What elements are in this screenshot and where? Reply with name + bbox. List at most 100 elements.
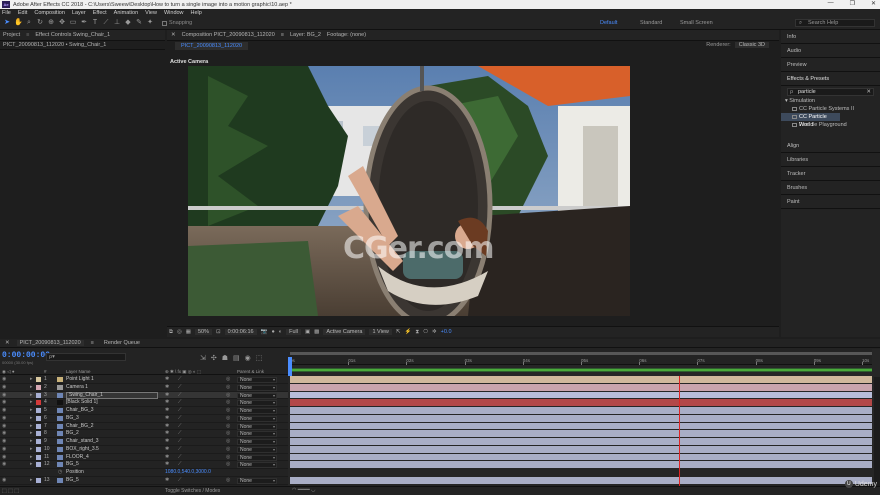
grid-icon[interactable]: ▦	[186, 329, 191, 335]
clear-search-icon[interactable]: ✕	[866, 89, 871, 95]
label-color-swatch[interactable]	[36, 423, 41, 429]
selection-tool-icon[interactable]: ➤	[3, 19, 11, 27]
quality-switch-icon[interactable]: ⟋	[178, 477, 182, 483]
pickwhip-icon[interactable]: ◎	[226, 477, 230, 483]
label-color-swatch[interactable]	[36, 415, 41, 421]
pickwhip-icon[interactable]: ◎	[226, 399, 230, 405]
snapping-checkbox[interactable]	[162, 20, 167, 26]
effect-item[interactable]: CC Particle Systems II	[781, 105, 880, 113]
layer-name[interactable]: BG_5	[66, 477, 79, 483]
shy-switch-icon[interactable]: ✱	[165, 477, 169, 483]
zoom-slider[interactable]: ◠ ━━━━ ◡	[292, 487, 316, 493]
panel-menu-icon[interactable]: ≡	[88, 340, 97, 346]
workspace-standard[interactable]: Standard	[640, 20, 680, 26]
timeline-search-input[interactable]: ρ▾	[46, 353, 126, 361]
panel-menu-icon[interactable]: ≡	[26, 32, 29, 38]
menu-layer[interactable]: Layer	[72, 10, 86, 16]
label-color-swatch[interactable]	[36, 439, 41, 444]
composition-viewer[interactable]: CGer.com	[188, 66, 630, 316]
pickwhip-icon[interactable]: ◎	[226, 407, 230, 413]
layer-name[interactable]: FLOOR_4	[66, 454, 89, 460]
menu-view[interactable]: View	[145, 10, 157, 16]
shy-switch-icon[interactable]: ✱	[165, 376, 169, 382]
close-icon[interactable]: ✕	[871, 0, 876, 7]
quality-switch-icon[interactable]: ⟋	[178, 438, 182, 444]
layer-name[interactable]: Chair_BG_3	[66, 407, 94, 413]
tab-effect-controls[interactable]: Effect Controls Swing_Chair_1	[35, 32, 110, 38]
effect-item[interactable]: Particle Playground	[781, 121, 880, 129]
work-area-bar[interactable]	[290, 352, 872, 355]
expand-arrow-icon[interactable]: ▸	[30, 461, 33, 467]
eye-icon[interactable]: ◉	[2, 408, 7, 413]
expand-collapse-icons[interactable]: ⬚ ⬚ ⬚	[2, 488, 19, 494]
pen-tool-icon[interactable]: ✒	[80, 19, 88, 27]
menu-animation[interactable]: Animation	[114, 10, 138, 16]
layer-row[interactable]: ◉ ▸ 10 BOX_right_3.5 ✱ ⟋ ◎ None	[0, 445, 288, 454]
layer-name[interactable]: BOX_right_3.5	[66, 446, 99, 452]
show-channel-icon[interactable]: ●	[271, 329, 274, 335]
label-color-swatch[interactable]	[36, 431, 41, 437]
layer-row[interactable]: ◉ ▸ 6 BG_3 ✱ ⟋ ◎ None	[0, 414, 288, 423]
layer-duration-bar[interactable]	[290, 383, 872, 392]
tab-project[interactable]: Project	[3, 32, 20, 38]
stopwatch-icon[interactable]: ◷	[58, 470, 63, 475]
layer-row[interactable]: ◉ ▸ 7 Chair_BG_2 ✱ ⟋ ◎ None	[0, 422, 288, 431]
property-keyframe-track[interactable]	[290, 469, 872, 477]
label-color-swatch[interactable]	[36, 408, 41, 413]
menu-composition[interactable]: Composition	[34, 10, 65, 16]
shy-switch-icon[interactable]: ✱	[165, 461, 169, 467]
expand-arrow-icon[interactable]: ▸	[30, 438, 33, 444]
quality-switch-icon[interactable]: ⟋	[178, 384, 182, 390]
close-tab-icon[interactable]: ✕	[2, 340, 13, 346]
current-time-display[interactable]: 0:00:06:16	[224, 329, 257, 335]
property-value[interactable]: 1080.0,540.0,3000.0	[165, 469, 211, 475]
parent-dropdown[interactable]: None	[237, 477, 277, 484]
panel-align[interactable]: Align	[781, 139, 880, 153]
eye-icon[interactable]: ◉	[2, 377, 7, 382]
expand-arrow-icon[interactable]: ▸	[30, 415, 33, 421]
shy-switch-icon[interactable]: ✱	[165, 407, 169, 413]
parent-dropdown[interactable]: None	[237, 454, 277, 461]
draft-3d-icon[interactable]: ✣	[211, 354, 217, 362]
layer-duration-bar[interactable]	[290, 438, 872, 446]
transparency-grid-icon[interactable]: ▩	[314, 329, 319, 335]
eye-icon[interactable]: ◉	[2, 477, 7, 482]
view-layout-dropdown[interactable]: 1 View	[369, 329, 392, 335]
parent-dropdown[interactable]: None	[237, 384, 277, 391]
layer-duration-bar[interactable]	[290, 399, 872, 407]
close-tab-icon[interactable]: ✕	[171, 32, 176, 38]
layer-duration-bar[interactable]	[290, 461, 872, 469]
layer-name[interactable]: Camera 1	[66, 384, 88, 390]
pickwhip-icon[interactable]: ◎	[226, 446, 230, 452]
tab-timeline-comp[interactable]: PICT_20090813_112020	[16, 340, 84, 346]
expand-arrow-icon[interactable]: ▸	[30, 446, 33, 452]
resolution-dropdown[interactable]: Full	[286, 329, 301, 335]
quality-switch-icon[interactable]: ⟋	[178, 454, 182, 460]
layer-name[interactable]: [Black Solid 1]	[66, 399, 98, 405]
mask-visibility-icon[interactable]: ◎	[177, 329, 182, 335]
current-time-indicator[interactable]	[288, 357, 292, 376]
panel-audio[interactable]: Audio	[781, 44, 880, 58]
rectangle-tool-icon[interactable]: ▭	[69, 19, 77, 27]
zoom-dropdown[interactable]: 50%	[194, 329, 212, 335]
flowchart-icon[interactable]: ⎔	[423, 329, 428, 335]
layer-row[interactable]: ◉ ▸ 2 Camera 1 ✱ ⟋ ◎ None	[0, 383, 288, 392]
quality-switch-icon[interactable]: ⟋	[178, 399, 182, 405]
shy-switch-icon[interactable]: ✱	[165, 446, 169, 452]
expand-arrow-icon[interactable]: ▸	[30, 477, 33, 483]
eye-icon[interactable]: ◉	[2, 392, 7, 397]
timeline-vertical-scrollbar[interactable]	[874, 377, 880, 487]
shy-switch-icon[interactable]: ✱	[165, 438, 169, 444]
label-color-swatch[interactable]	[36, 477, 41, 483]
eye-icon[interactable]: ◉	[2, 439, 7, 444]
layer-duration-bar[interactable]	[290, 407, 872, 415]
menu-window[interactable]: Window	[164, 10, 184, 16]
layer-row[interactable]: ◉ ▸ 11 FLOOR_4 ✱ ⟋ ◎ None	[0, 453, 288, 462]
pickwhip-icon[interactable]: ◎	[226, 392, 230, 398]
workspace-default[interactable]: Default	[600, 20, 640, 26]
tab-composition[interactable]: Composition PICT_20090813_112020	[182, 32, 275, 38]
shy-switch-icon[interactable]: ✱	[165, 423, 169, 429]
layer-duration-bar[interactable]	[290, 391, 872, 400]
maximize-icon[interactable]: ❐	[850, 0, 855, 7]
pickwhip-icon[interactable]: ◎	[226, 438, 230, 444]
